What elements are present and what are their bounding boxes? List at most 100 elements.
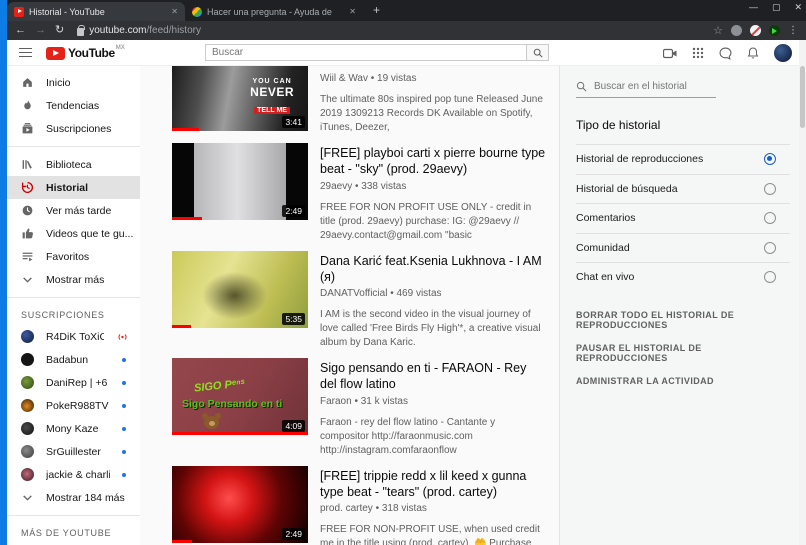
video-channel-meta[interactable]: Wiil & Wav • 19 vistas (320, 73, 546, 84)
option-comentarios[interactable]: Comentarios (576, 203, 790, 233)
history-type-panel: Tipo de historial Historial de reproducc… (560, 66, 806, 545)
search-icon (533, 48, 543, 58)
video-channel-meta[interactable]: prod. cartey • 318 vistas (320, 503, 546, 514)
search-button[interactable] (527, 44, 549, 61)
video-description: FREE FOR NON-PROFIT USE, when used credi… (320, 524, 540, 545)
sidebar-item-biblioteca[interactable]: Biblioteca (7, 153, 140, 176)
page-scrollbar[interactable] (799, 40, 806, 545)
bookmark-star-icon[interactable]: ☆ (713, 24, 723, 37)
radio-button[interactable] (764, 212, 776, 225)
video-title[interactable]: [FREE] trippie redd x lil keed x gunna t… (320, 468, 546, 501)
channel-r4dik[interactable]: R4DiK ToXiCx (7, 325, 140, 348)
tab-bar: Historial - YouTube ✕ Hacer una pregunta… (7, 0, 806, 21)
watch-progress-bar (172, 324, 192, 328)
channel-jackie-charlie[interactable]: jackie & charlie (7, 463, 140, 486)
subscriptions-section-title: SUSCRIPCIONES (21, 310, 105, 320)
thumbnail-text: TELL ME (254, 107, 290, 114)
chevron-down-icon (21, 491, 34, 504)
option-comunidad[interactable]: Comunidad (576, 232, 790, 263)
sidebar-item-videos-que-te-gustan[interactable]: Videos que te gu... (7, 222, 140, 245)
back-icon[interactable]: ← (15, 25, 26, 36)
video-row[interactable]: 2:49 [FREE] trippie redd x lil keed x gu… (172, 465, 559, 545)
sidebar-show-more-channels[interactable]: Mostrar 184 más (7, 486, 140, 509)
tab-close-icon[interactable]: ✕ (349, 7, 356, 16)
search-input[interactable] (206, 47, 526, 58)
manage-activity-link[interactable]: ADMINISTRAR LA ACTIVIDAD (576, 376, 790, 386)
video-description: FREE FOR NON PROFIT USE ONLY - credit in… (320, 201, 532, 241)
channel-danirep[interactable]: DaniRep | +6 Vi... (7, 371, 140, 394)
option-historial-busqueda[interactable]: Historial de búsqueda (576, 173, 790, 204)
menu-icon[interactable] (19, 47, 32, 58)
messages-icon[interactable] (719, 47, 732, 60)
sidebar-item-ver-mas-tarde[interactable]: Ver más tarde (7, 199, 140, 222)
sidebar-item-favoritos[interactable]: Favoritos (7, 245, 140, 268)
home-icon (21, 76, 34, 89)
duration-badge: 5:35 (282, 312, 305, 325)
video-channel-meta[interactable]: DANATVofficial • 469 vistas (320, 288, 546, 299)
account-avatar[interactable] (774, 44, 792, 62)
reload-icon[interactable]: ↻ (55, 25, 64, 36)
more-from-youtube-title: MÁS DE YOUTUBE (21, 528, 112, 538)
history-search-input[interactable] (594, 81, 716, 92)
channel-name: R4DiK ToXiCx (46, 330, 104, 343)
sidebar-item-mostrar-mas[interactable]: Mostrar más (7, 268, 140, 291)
channel-srguillester[interactable]: SrGuillester (7, 440, 140, 463)
thumbnail-text: SIGO Pᵉⁿˢ (193, 377, 246, 395)
tab-historial-youtube[interactable]: Historial - YouTube ✕ (7, 2, 185, 21)
radio-button[interactable] (764, 241, 776, 254)
address-bar[interactable]: youtube.com/feed/history (77, 24, 704, 36)
video-thumbnail[interactable]: YOU CAN NEVER TELL ME 3:41 (172, 66, 308, 131)
video-title[interactable]: Dana Karić feat.Ksenia Lukhnova - I AM (… (320, 253, 546, 286)
video-title[interactable]: [FREE] playboi carti x pierre bourne typ… (320, 145, 546, 178)
option-historial-reproducciones[interactable]: Historial de reproducciones (576, 144, 790, 174)
youtube-play-icon (46, 46, 65, 60)
notifications-bell-icon[interactable] (747, 46, 759, 60)
new-tab-button[interactable]: + (363, 0, 390, 21)
video-row[interactable]: SIGO Pᵉⁿˢ Sigo Pensando en ti 4:09 Sigo … (172, 358, 559, 458)
video-thumbnail[interactable]: 5:35 (172, 250, 308, 328)
apps-grid-icon[interactable] (692, 47, 704, 59)
video-thumbnail[interactable]: 2:49 (172, 465, 308, 543)
option-chat-en-vivo[interactable]: Chat en vivo (576, 262, 790, 292)
video-thumbnail[interactable]: 2:49 (172, 143, 308, 220)
minimize-button[interactable]: — (749, 0, 758, 14)
scrollbar-thumb[interactable] (800, 66, 805, 128)
video-row[interactable]: YOU CAN NEVER TELL ME 3:41 Wiil & Wav • … (172, 66, 559, 135)
adblock-extension-icon[interactable] (750, 25, 761, 36)
video-channel-meta[interactable]: Faraon • 31 k vistas (320, 396, 546, 407)
sidebar-item-inicio[interactable]: Inicio (7, 71, 140, 94)
search-box[interactable] (205, 44, 527, 61)
youtube-logo[interactable]: YouTube MX (46, 45, 125, 60)
tab-close-icon[interactable]: ✕ (171, 7, 178, 16)
sidebar-item-tendencias[interactable]: Tendencias (7, 94, 140, 117)
video-title[interactable]: Sigo pensando en ti - FARAON - Rey del f… (320, 360, 546, 393)
channel-poker988tv[interactable]: PokeR988TV (7, 394, 140, 417)
pause-history-link[interactable]: PAUSAR EL HISTORIAL DE REPRODUCCIONES (576, 343, 790, 363)
option-label: Comunidad (576, 241, 630, 254)
extension-icon[interactable] (731, 25, 742, 36)
radio-button[interactable] (764, 271, 776, 284)
video-channel-meta[interactable]: 29aevy • 338 vistas (320, 181, 546, 192)
channel-badabun[interactable]: Badabun (7, 348, 140, 371)
create-video-icon[interactable] (663, 48, 677, 59)
history-search-box[interactable] (576, 81, 716, 98)
sidebar-item-suscripciones[interactable]: Suscripciones (7, 117, 140, 140)
radio-button[interactable] (764, 153, 776, 166)
video-row[interactable]: 2:49 [FREE] playboi carti x pierre bourn… (172, 143, 559, 243)
channel-mony-kaze[interactable]: Mony Kaze (7, 417, 140, 440)
forward-icon[interactable]: → (35, 25, 46, 36)
video-row[interactable]: 5:35 Dana Karić feat.Ksenia Lukhnova - I… (172, 250, 559, 351)
youtube-header: YouTube MX (7, 40, 806, 66)
video-thumbnail[interactable]: SIGO Pᵉⁿˢ Sigo Pensando en ti 4:09 (172, 358, 308, 435)
window-controls: — ▢ ✕ (749, 0, 802, 14)
tab-ayuda[interactable]: Hacer una pregunta - Ayuda de ✕ (185, 2, 363, 21)
sidebar-item-label: Videos que te gu... (46, 227, 134, 240)
close-button[interactable]: ✕ (794, 0, 802, 14)
maximize-button[interactable]: ▢ (772, 0, 781, 14)
sidebar-item-historial[interactable]: Historial (7, 176, 140, 199)
radio-button[interactable] (764, 182, 776, 195)
browser-menu-icon[interactable]: ⋮ (788, 25, 798, 36)
download-extension-icon[interactable] (769, 25, 780, 36)
thumbnail-text: NEVER (250, 85, 294, 99)
clear-history-link[interactable]: BORRAR TODO EL HISTORIAL DE REPRODUCCION… (576, 310, 790, 330)
